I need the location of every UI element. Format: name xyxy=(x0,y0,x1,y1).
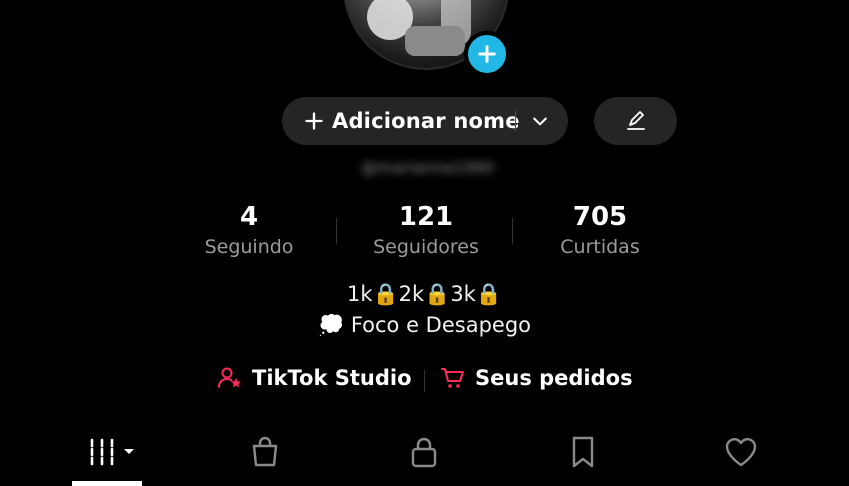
tab-videos[interactable] xyxy=(88,432,140,472)
divider xyxy=(424,370,425,392)
bio-line: 1k🔒2k🔒3k🔒 xyxy=(346,282,502,306)
plus-icon xyxy=(305,112,323,130)
tab-liked[interactable] xyxy=(721,432,761,472)
orders-link[interactable]: Seus pedidos xyxy=(440,365,633,391)
bookmark-icon xyxy=(572,436,594,468)
stat-followers[interactable]: 121 Seguidores xyxy=(362,200,490,260)
divider xyxy=(512,218,513,244)
stat-label: Curtidas xyxy=(560,236,640,258)
avatar-photo-detail xyxy=(405,26,465,56)
shopping-cart-icon xyxy=(441,368,464,388)
plus-icon xyxy=(478,45,496,63)
tab-shop[interactable] xyxy=(245,432,285,472)
tiktok-studio-link[interactable]: TikTok Studio xyxy=(217,365,412,391)
stat-value: 705 xyxy=(572,202,628,232)
edit-profile-button[interactable] xyxy=(594,97,677,145)
username: @marianna1990 xyxy=(360,157,495,177)
stat-likes[interactable]: 705 Curtidas xyxy=(546,200,654,260)
stat-value: 121 xyxy=(398,202,454,232)
tab-saved[interactable] xyxy=(563,432,603,472)
divider xyxy=(515,111,516,131)
add-name-label: Adicionar nome xyxy=(332,109,520,133)
shopping-bag-icon xyxy=(252,436,278,467)
pencil-icon xyxy=(626,111,645,130)
add-name-button[interactable]: Adicionar nome xyxy=(282,97,568,145)
orders-label: Seus pedidos xyxy=(475,366,633,390)
bio-line: 💭 Foco e Desapego xyxy=(318,313,531,337)
grid-icon xyxy=(90,438,134,466)
stat-label: Seguindo xyxy=(204,236,294,258)
stat-label: Seguidores xyxy=(373,236,479,258)
divider xyxy=(336,218,337,244)
lock-icon xyxy=(411,437,437,468)
chevron-down-icon[interactable] xyxy=(530,111,550,131)
tiktok-studio-label: TikTok Studio xyxy=(252,366,412,390)
stat-value: 4 xyxy=(239,202,259,232)
active-tab-indicator xyxy=(72,481,142,486)
person-star-icon xyxy=(218,367,241,388)
heart-icon xyxy=(725,438,757,467)
add-avatar-button[interactable] xyxy=(464,31,510,77)
tab-private[interactable] xyxy=(404,432,444,472)
stat-following[interactable]: 4 Seguindo xyxy=(198,200,300,260)
